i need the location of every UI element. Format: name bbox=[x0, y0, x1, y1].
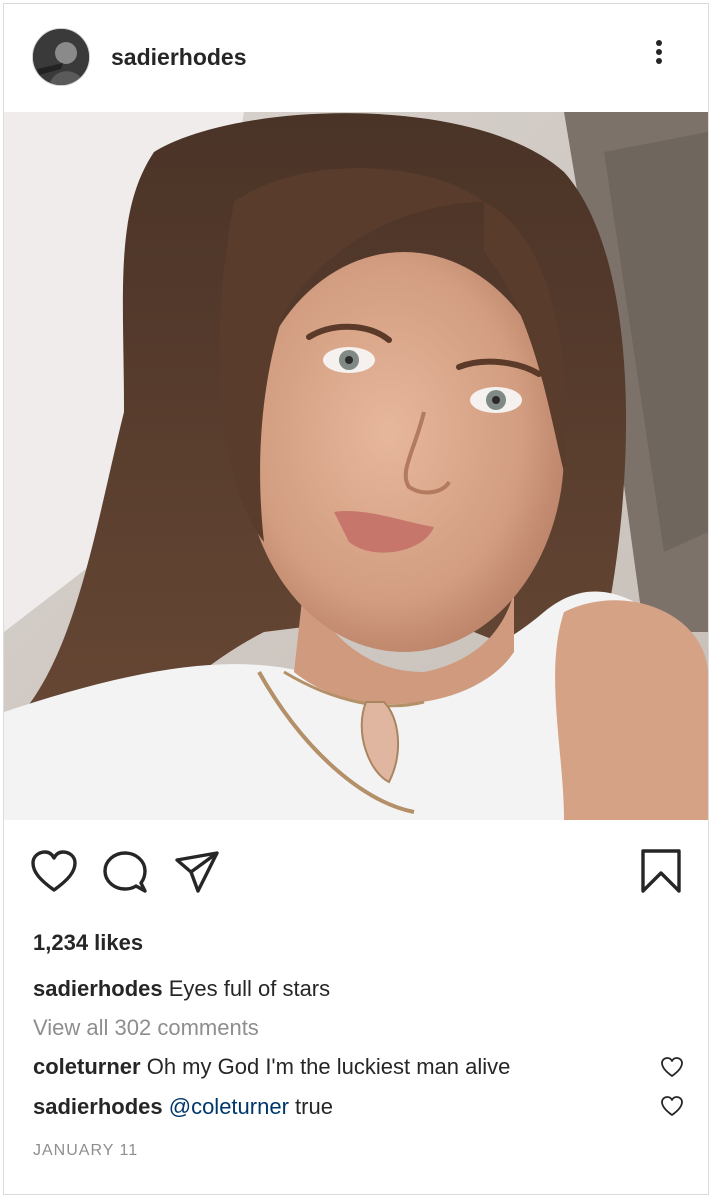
comment-like-heart-icon[interactable] bbox=[660, 1095, 684, 1117]
comment-text: Oh my God I'm the luckiest man alive bbox=[146, 1054, 511, 1079]
post-card: sadierhodes 1,234 likes sadierhodes Eyes… bbox=[3, 3, 709, 1195]
post-username[interactable]: sadierhodes bbox=[111, 44, 247, 71]
bookmark-icon[interactable] bbox=[640, 848, 682, 899]
comment-item: sadierhodes @coleturner true bbox=[33, 1094, 333, 1120]
comment-mention-link[interactable]: @coleturner bbox=[169, 1094, 289, 1119]
paper-plane-icon[interactable] bbox=[174, 850, 220, 899]
post-actions bbox=[4, 840, 708, 910]
heart-icon[interactable] bbox=[30, 850, 78, 899]
comment-username[interactable]: coleturner bbox=[33, 1054, 141, 1079]
post-photo[interactable] bbox=[4, 112, 708, 820]
caption-username[interactable]: sadierhodes bbox=[33, 976, 163, 1001]
post-date: JANUARY 11 bbox=[33, 1142, 139, 1159]
comment-item: coleturner Oh my God I'm the luckiest ma… bbox=[33, 1054, 510, 1080]
caption-text: Eyes full of stars bbox=[168, 976, 331, 1001]
avatar[interactable] bbox=[32, 28, 90, 86]
comment-username[interactable]: sadierhodes bbox=[33, 1094, 163, 1119]
view-all-comments-link[interactable]: View all 302 comments bbox=[33, 1015, 259, 1041]
comment-text: true bbox=[295, 1094, 333, 1119]
likes-count[interactable]: 1,234 likes bbox=[33, 930, 143, 956]
post-header: sadierhodes bbox=[4, 4, 708, 112]
post-caption: sadierhodes Eyes full of stars bbox=[33, 976, 330, 1002]
more-options-icon[interactable] bbox=[644, 37, 674, 71]
comment-bubble-icon[interactable] bbox=[102, 850, 148, 901]
comment-like-heart-icon[interactable] bbox=[660, 1056, 684, 1078]
